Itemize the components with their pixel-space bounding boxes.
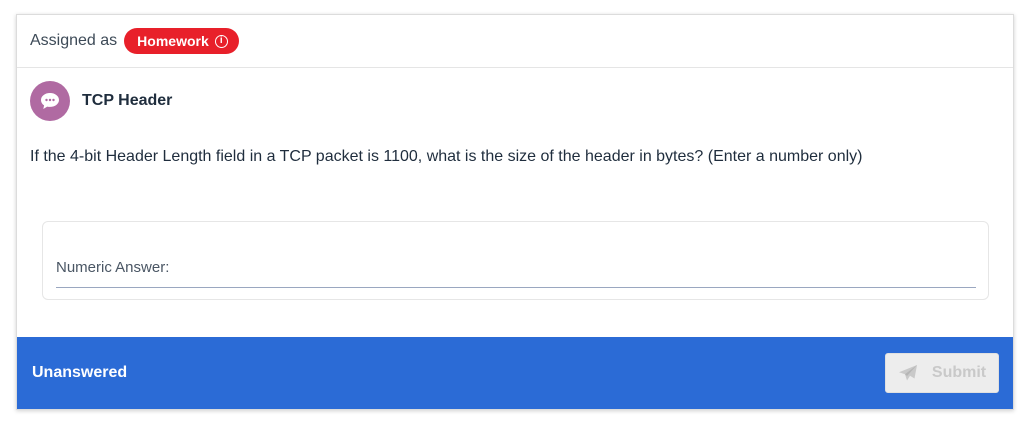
question-header: TCP Header — [30, 81, 172, 121]
status-footer: Unanswered Submit — [17, 337, 1013, 409]
answer-box — [42, 221, 989, 300]
assigned-as-label: Assigned as — [30, 32, 118, 49]
info-icon[interactable]: i — [214, 34, 228, 48]
homework-badge-label: Homework — [137, 33, 209, 49]
numeric-answer-input[interactable] — [56, 248, 976, 288]
chat-bubble-icon — [30, 81, 70, 121]
paper-plane-icon — [898, 364, 918, 382]
question-title: TCP Header — [82, 92, 173, 109]
question-text: If the 4-bit Header Length field in a TC… — [30, 148, 863, 165]
assignment-bar: Assigned as Homework i — [17, 15, 1013, 68]
submit-label: Submit — [931, 364, 987, 381]
status-text: Unanswered — [32, 364, 128, 381]
submit-button[interactable]: Submit — [885, 353, 999, 393]
question-card: Assigned as Homework i TCP Header If the… — [16, 14, 1014, 410]
homework-badge[interactable]: Homework i — [124, 28, 239, 54]
